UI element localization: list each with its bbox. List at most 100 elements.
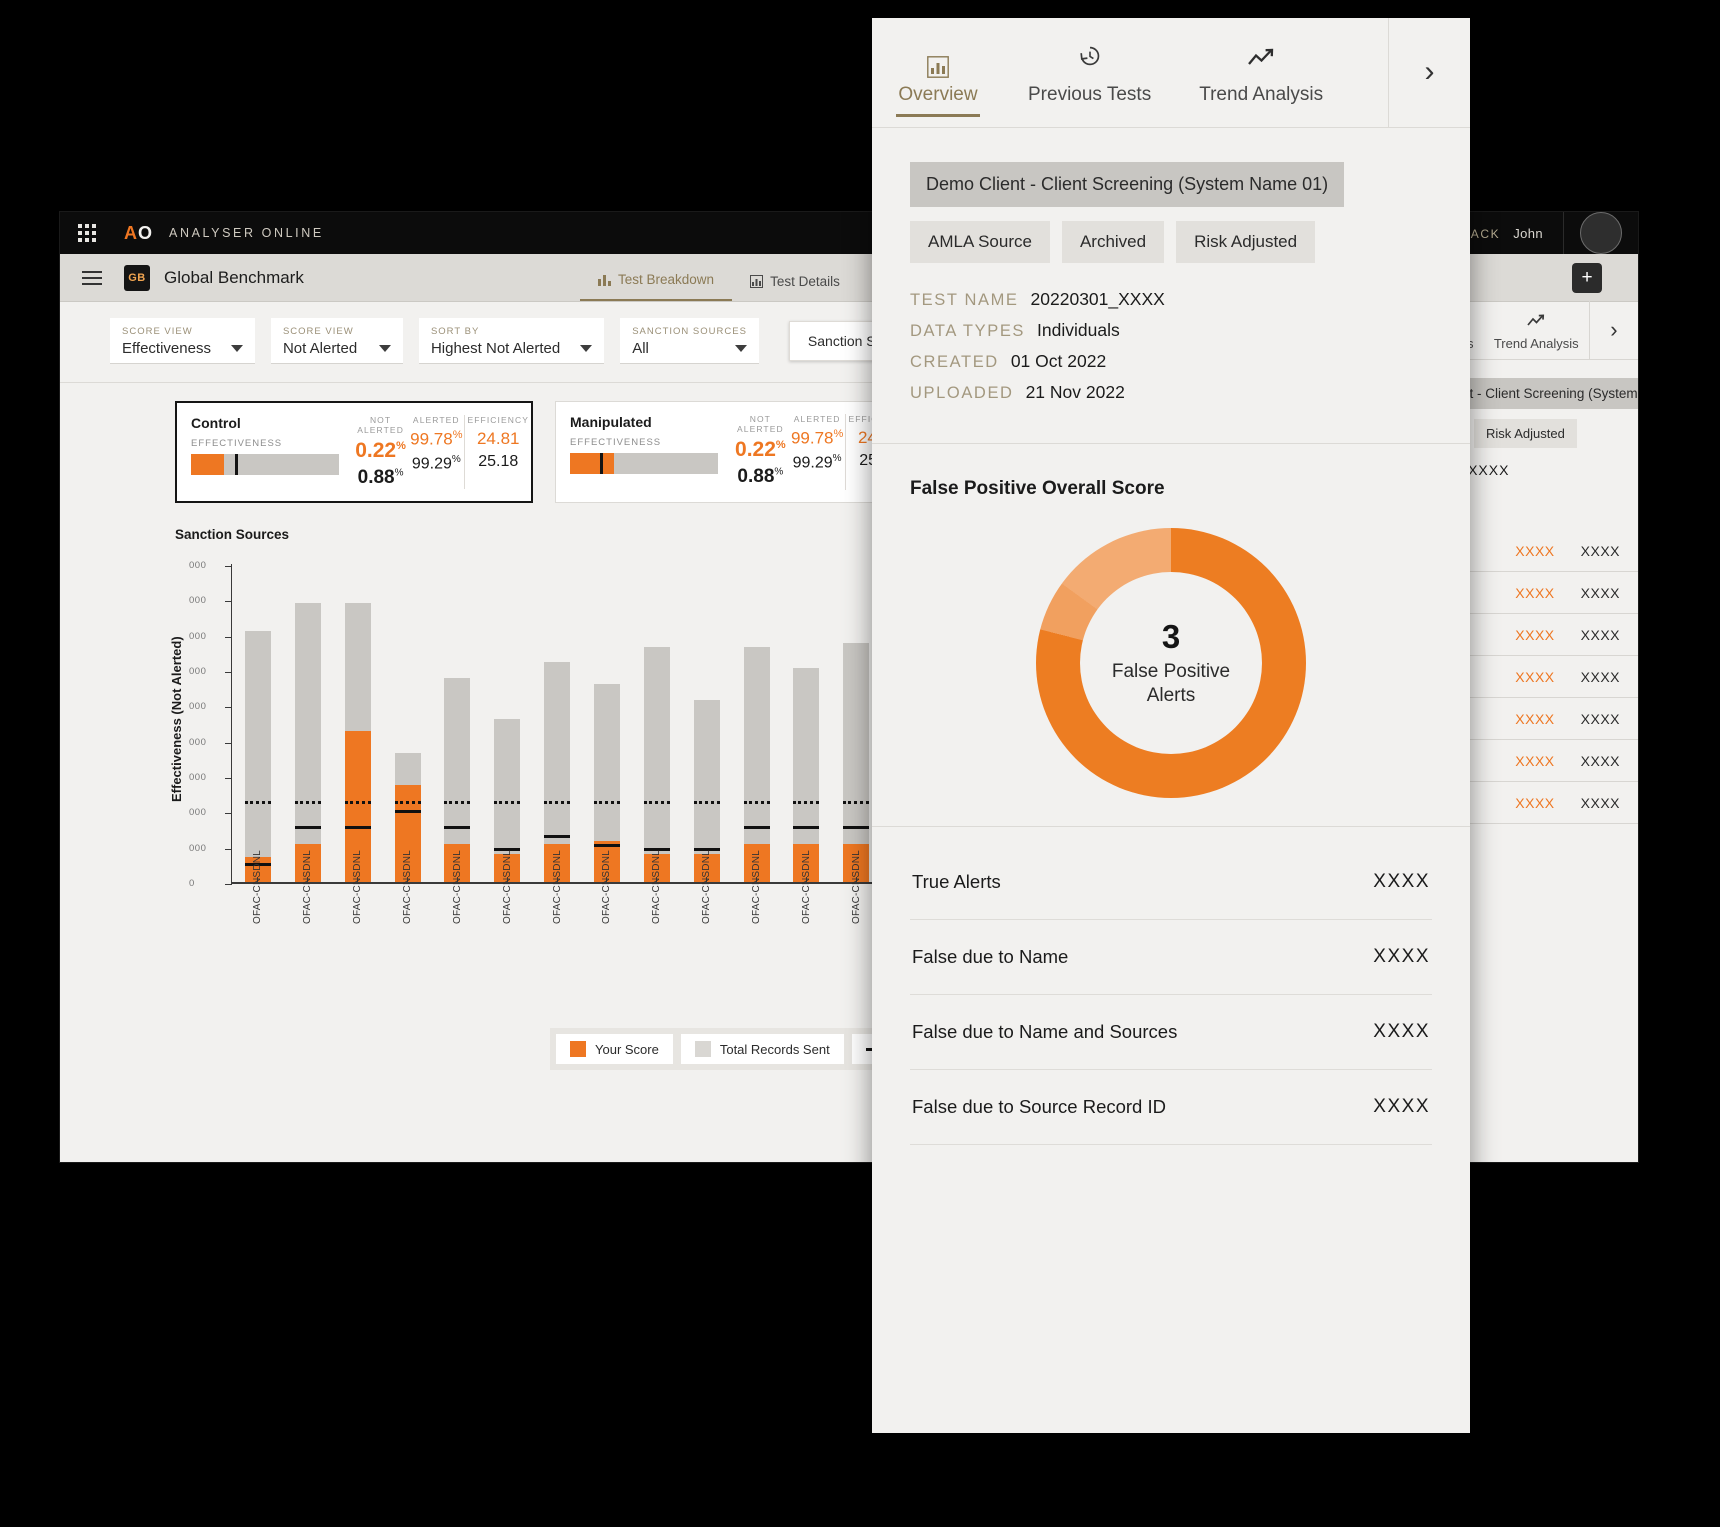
col-head: NOT ALERTED [357, 415, 404, 435]
bar-benchmark-line [544, 835, 571, 839]
card-col-not-alerted: NOT ALERTED 0.22% 0.88% [732, 414, 789, 490]
trend-icon [1247, 48, 1275, 74]
list-item[interactable]: False due to Name and Sources XXXX [910, 995, 1432, 1070]
bar-total [843, 643, 870, 882]
filter-score-view-1[interactable]: SCORE VIEW Effectiveness [110, 318, 255, 364]
row-value-primary: XXXX [1515, 752, 1555, 769]
menu-icon[interactable] [82, 270, 102, 285]
card-columns: NOT ALERTED 0.22% 0.88% ALERTED 99.78% 9… [353, 415, 531, 489]
x-tick: OFAC-CNSDNL [283, 850, 333, 924]
col-head: ALERTED [412, 415, 460, 425]
bar-group[interactable] [333, 568, 383, 882]
bar-benchmark-line [444, 825, 471, 829]
bar-group[interactable] [732, 568, 782, 882]
bar-group[interactable] [632, 568, 682, 882]
modal-pill-amla-source[interactable]: AMLA Source [910, 221, 1050, 263]
value: 99.78 [410, 429, 453, 449]
row-value-secondary: XXXX [1580, 794, 1620, 811]
filter-label: SCORE VIEW [282, 326, 354, 337]
modal-tab-overview[interactable]: Overview [872, 56, 1004, 127]
x-tick-label: OFAC-CNSDNL [800, 850, 812, 924]
unit: % [451, 453, 461, 465]
avatar[interactable] [1580, 212, 1622, 254]
col-bottom-value: 0.88% [355, 467, 406, 489]
app-grid-icon[interactable] [78, 224, 96, 242]
bar-benchmark-line [843, 825, 870, 829]
modal-tab-previous-tests[interactable]: Previous Tests [1004, 44, 1175, 127]
brand-logo: AO [124, 222, 154, 243]
card-col-alerted: ALERTED 99.78% 99.29% [408, 415, 464, 489]
right-panel-next-button[interactable]: › [1588, 301, 1638, 359]
bar-fill [191, 454, 224, 475]
bar-benchmark-dotted [743, 800, 770, 804]
x-tick: OFAC-CNSDNL [732, 850, 782, 924]
right-tab-trend-analysis[interactable]: Trend Analysis [1484, 314, 1589, 359]
x-tick-label: OFAC-CNSDNL [701, 850, 713, 924]
bar-group[interactable] [383, 568, 433, 882]
bar-benchmark-dotted [394, 800, 421, 804]
col-top-value: 0.22% [355, 439, 406, 463]
filter-sort-by[interactable]: SORT BY Highest Not Alerted [418, 318, 605, 364]
tab-test-details[interactable]: Test Details [732, 274, 858, 301]
y-tick-label: 000 [189, 630, 207, 642]
meta-key: TEST NAME [910, 291, 1019, 309]
y-tick-label: 000 [189, 772, 207, 783]
row-value-secondary: XXXX [1580, 668, 1620, 685]
bar-total [294, 602, 321, 882]
filter-label: SORT BY [430, 326, 480, 337]
score-card-control[interactable]: Control EFFECTIVENESS NOT ALERTED 0.22% … [175, 401, 533, 503]
row-label: False due to Name [912, 946, 1069, 967]
donut-center: 3 False Positive Alerts [1080, 572, 1262, 754]
unit: % [774, 466, 784, 478]
list-item[interactable]: True Alerts XXXX [910, 845, 1432, 920]
meta-row-uploaded: UPLOADED 21 Nov 2022 [910, 382, 1432, 403]
filter-score-view-2[interactable]: SCORE VIEW Not Alerted [270, 318, 403, 364]
modal-next-button[interactable]: › [1388, 18, 1470, 127]
x-tick: OFAC-CNSDNL [532, 850, 582, 924]
bar-fill [570, 453, 615, 474]
bar-total [344, 602, 371, 882]
row-value-primary: XXXX [1515, 710, 1555, 727]
bar-group[interactable] [432, 568, 482, 882]
bar-benchmark-line [394, 809, 421, 813]
bar-chart-icon [927, 56, 949, 84]
bar-group[interactable] [233, 568, 283, 882]
bar-group[interactable] [482, 568, 532, 882]
row-value-primary: XXXX [1515, 794, 1555, 811]
right-pill-risk-adjusted[interactable]: Risk Adjusted [1474, 419, 1577, 448]
card-subtitle: EFFECTIVENESS [570, 437, 662, 448]
filter-value: All [632, 340, 649, 357]
chart-x-ticks: OFAC-CNSDNL OFAC-CNSDNL OFAC-CNSDNL OFAC-CN… [233, 850, 931, 924]
bar-group[interactable] [582, 568, 632, 882]
page-title: Global Benchmark [164, 267, 304, 287]
bar-benchmark-dotted [544, 800, 571, 804]
list-item[interactable]: False due to Name XXXX [910, 920, 1432, 995]
donut-chart-wrap: 3 False Positive Alerts [910, 528, 1432, 798]
overview-modal: Overview Previous Tests Trend Analysis ›… [872, 18, 1470, 1433]
bar-group[interactable] [283, 568, 333, 882]
modal-breakdown-list: True Alerts XXXX False due to Name XXXX … [872, 827, 1470, 1145]
list-item[interactable]: False due to Source Record ID XXXX [910, 1070, 1432, 1145]
bar-group[interactable] [781, 568, 831, 882]
modal-pill-risk-adjusted[interactable]: Risk Adjusted [1176, 221, 1316, 263]
bar-group[interactable] [682, 568, 732, 882]
card-subtitle: EFFECTIVENESS [191, 438, 283, 449]
filter-sanction-sources[interactable]: SANCTION SOURCES All [620, 318, 759, 364]
score-card-manipulated[interactable]: Manipulated EFFECTIVENESS NOT ALERTED 0.… [555, 401, 913, 503]
x-tick: OFAC-CNSDNL [781, 850, 831, 924]
chart-y-axis [231, 564, 232, 884]
legend-item-total-records[interactable]: Total Records Sent [680, 1034, 844, 1064]
y-tick-label: 000 [189, 595, 207, 607]
x-tick-label: OFAC-CNSDNL [751, 850, 763, 924]
x-tick: OFAC-CNSDNL [432, 850, 482, 924]
bar-group[interactable] [532, 568, 582, 882]
tab-test-breakdown[interactable]: Test Breakdown [580, 272, 733, 301]
modal-pill-archived[interactable]: Archived [1061, 221, 1165, 263]
add-test-button[interactable]: + [1572, 263, 1602, 293]
table-icon [750, 275, 764, 288]
row-value-secondary: XXXX [1580, 542, 1620, 559]
x-tick: OFAC-CNSDNL [383, 850, 433, 924]
modal-tab-trend-analysis[interactable]: Trend Analysis [1175, 48, 1347, 127]
legend-item-your-score[interactable]: Your Score [556, 1034, 673, 1064]
bar-benchmark-line [294, 825, 321, 829]
